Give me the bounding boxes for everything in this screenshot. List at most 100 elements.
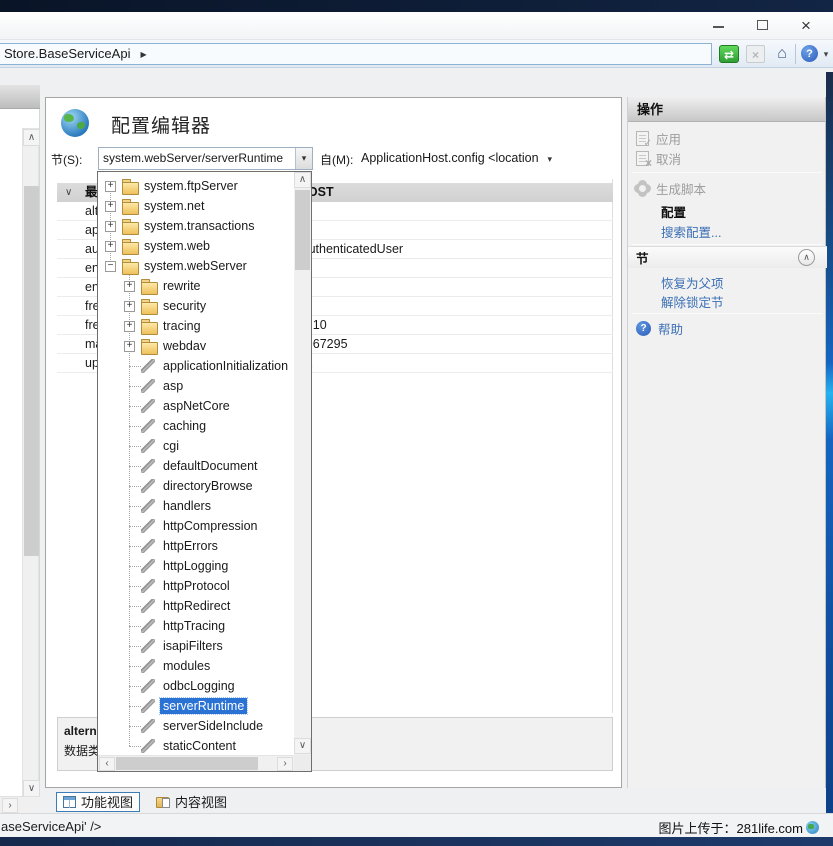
folder-icon — [141, 322, 156, 333]
tree-item-label: httpLogging — [163, 559, 228, 573]
tree-item[interactable]: +system.ftpServer — [98, 176, 294, 196]
section-combobox-dropdown-button[interactable]: ▾ — [295, 148, 312, 169]
scrollbar-thumb[interactable] — [295, 190, 310, 270]
cancel-icon — [636, 151, 649, 166]
tree-item[interactable]: +system.net — [98, 196, 294, 216]
expand-toggle-icon[interactable]: + — [105, 221, 116, 232]
scrollbar-thumb[interactable] — [116, 757, 258, 770]
expand-toggle-icon[interactable]: + — [124, 321, 135, 332]
help-button[interactable]: ? — [801, 45, 818, 62]
tree-item[interactable]: +system.transactions — [98, 216, 294, 236]
tree-item[interactable]: asp — [98, 376, 294, 396]
tab-content-view[interactable]: 内容视图 — [150, 792, 233, 812]
pencil-icon — [141, 379, 155, 393]
tree-item-label: defaultDocument — [163, 459, 258, 473]
tree-item[interactable]: aspNetCore — [98, 396, 294, 416]
folder-icon — [141, 302, 156, 313]
tree-item[interactable]: +security — [98, 296, 294, 316]
connections-horizontal-scrollbar[interactable]: › — [0, 796, 40, 813]
apply-button[interactable]: 应用 — [628, 128, 827, 148]
connections-vertical-scrollbar[interactable]: ∧ ∨ — [22, 128, 39, 796]
dropdown-horizontal-scrollbar[interactable]: ‹ › — [98, 755, 294, 771]
tree-item[interactable]: httpLogging — [98, 556, 294, 576]
tree-item[interactable]: staticContent — [98, 736, 294, 755]
scroll-left-arrow[interactable]: ‹ — [99, 757, 115, 771]
expand-toggle-icon[interactable]: + — [124, 281, 135, 292]
tree-item[interactable]: httpTracing — [98, 616, 294, 636]
tree-item-label: system.webServer — [144, 259, 247, 273]
tree-connector — [129, 466, 141, 467]
folder-icon — [122, 262, 137, 273]
tree-item[interactable]: httpRedirect — [98, 596, 294, 616]
address-toolbar: Store.BaseServiceApi▶ ⇄ × ⌂ ? ▾ — [0, 40, 833, 68]
help-link[interactable]: ?帮助 — [628, 318, 827, 338]
property-value: 4294967295 — [278, 335, 613, 353]
scroll-right-arrow[interactable]: › — [277, 757, 293, 771]
search-config-link[interactable]: 搜索配置... — [628, 221, 827, 241]
collapse-toggle-icon[interactable]: − — [105, 261, 116, 272]
folder-icon — [122, 182, 137, 193]
cancel-button[interactable]: 取消 — [628, 148, 827, 168]
collapse-section-button[interactable]: ∧ — [798, 249, 815, 266]
from-combo-label: 自(M): — [320, 149, 353, 172]
maximize-button[interactable] — [747, 17, 777, 35]
tree-item[interactable]: httpProtocol — [98, 576, 294, 596]
separator — [632, 313, 822, 314]
tree-connector — [129, 426, 141, 427]
expand-toggle-icon[interactable]: + — [105, 181, 116, 192]
tree-item[interactable]: +system.web — [98, 236, 294, 256]
folder-icon — [122, 242, 137, 253]
tree-item[interactable]: − system.webServer — [98, 256, 294, 276]
generate-script-button[interactable]: 生成脚本 — [628, 178, 827, 198]
tree-item[interactable]: modules — [98, 656, 294, 676]
help-caret-icon[interactable]: ▾ — [821, 45, 831, 63]
tree-item[interactable]: +webdav — [98, 336, 294, 356]
expand-toggle-icon[interactable]: + — [124, 341, 135, 352]
stop-button[interactable]: × — [746, 45, 765, 63]
top-border-bar — [0, 0, 833, 12]
tree-item[interactable]: +rewrite — [98, 276, 294, 296]
scrollbar-thumb[interactable] — [24, 186, 39, 556]
revert-to-parent-link[interactable]: 恢复为父项 — [628, 272, 827, 292]
breadcrumb[interactable]: Store.BaseServiceApi▶ — [0, 43, 712, 65]
tree-item[interactable]: caching — [98, 416, 294, 436]
tab-features-view[interactable]: 功能视图 — [56, 792, 140, 812]
from-combobox-value: ApplicationHost.config <location — [361, 151, 539, 165]
tree-item[interactable]: +tracing — [98, 316, 294, 336]
section-combobox[interactable]: system.webServer/serverRuntime ▾ — [98, 147, 313, 170]
tree-connector — [129, 506, 141, 507]
pencil-icon — [141, 519, 155, 533]
scroll-down-arrow[interactable]: ∨ — [23, 780, 40, 797]
home-button[interactable]: ⌂ — [772, 45, 792, 63]
from-combobox[interactable]: ApplicationHost.config <location▾ — [361, 147, 552, 170]
tree-item[interactable]: serverSideInclude — [98, 716, 294, 736]
expand-toggle-icon[interactable]: + — [105, 201, 116, 212]
scroll-up-arrow[interactable]: ∧ — [23, 129, 40, 146]
expand-toggle-icon[interactable]: + — [105, 241, 116, 252]
tree-item-selected[interactable]: serverRuntime — [98, 696, 294, 716]
view-tabs: 功能视图 内容视图 — [56, 791, 233, 812]
tree-item[interactable]: applicationInitialization — [98, 356, 294, 376]
dropdown-vertical-scrollbar[interactable]: ∧ ∨ — [294, 172, 311, 755]
tree-item[interactable]: httpCompression — [98, 516, 294, 536]
expand-toggle-icon[interactable]: + — [124, 301, 135, 312]
tree-item[interactable]: odbcLogging — [98, 676, 294, 696]
collapse-chevron-icon[interactable]: ∨ — [65, 183, 72, 202]
minimize-button[interactable] — [703, 17, 733, 35]
section-dropdown-list: +system.ftpServer +system.net +system.tr… — [97, 171, 312, 772]
tree-item[interactable]: defaultDocument — [98, 456, 294, 476]
unlock-section-link[interactable]: 解除锁定节 — [628, 291, 827, 311]
tree-item[interactable]: httpErrors — [98, 536, 294, 556]
tree-item[interactable]: isapiFilters — [98, 636, 294, 656]
tree-item[interactable]: directoryBrowse — [98, 476, 294, 496]
scroll-down-arrow[interactable]: ∨ — [294, 738, 311, 754]
tree-item[interactable]: cgi — [98, 436, 294, 456]
scroll-up-arrow[interactable]: ∧ — [294, 172, 311, 188]
pencil-icon — [141, 579, 155, 593]
scroll-right-arrow[interactable]: › — [2, 798, 18, 813]
section-group-header[interactable]: 节 ∧ — [628, 246, 827, 268]
refresh-button[interactable]: ⇄ — [719, 45, 739, 63]
tree-item[interactable]: handlers — [98, 496, 294, 516]
close-button[interactable]: × — [791, 17, 821, 35]
property-value: 5000 — [278, 221, 613, 239]
